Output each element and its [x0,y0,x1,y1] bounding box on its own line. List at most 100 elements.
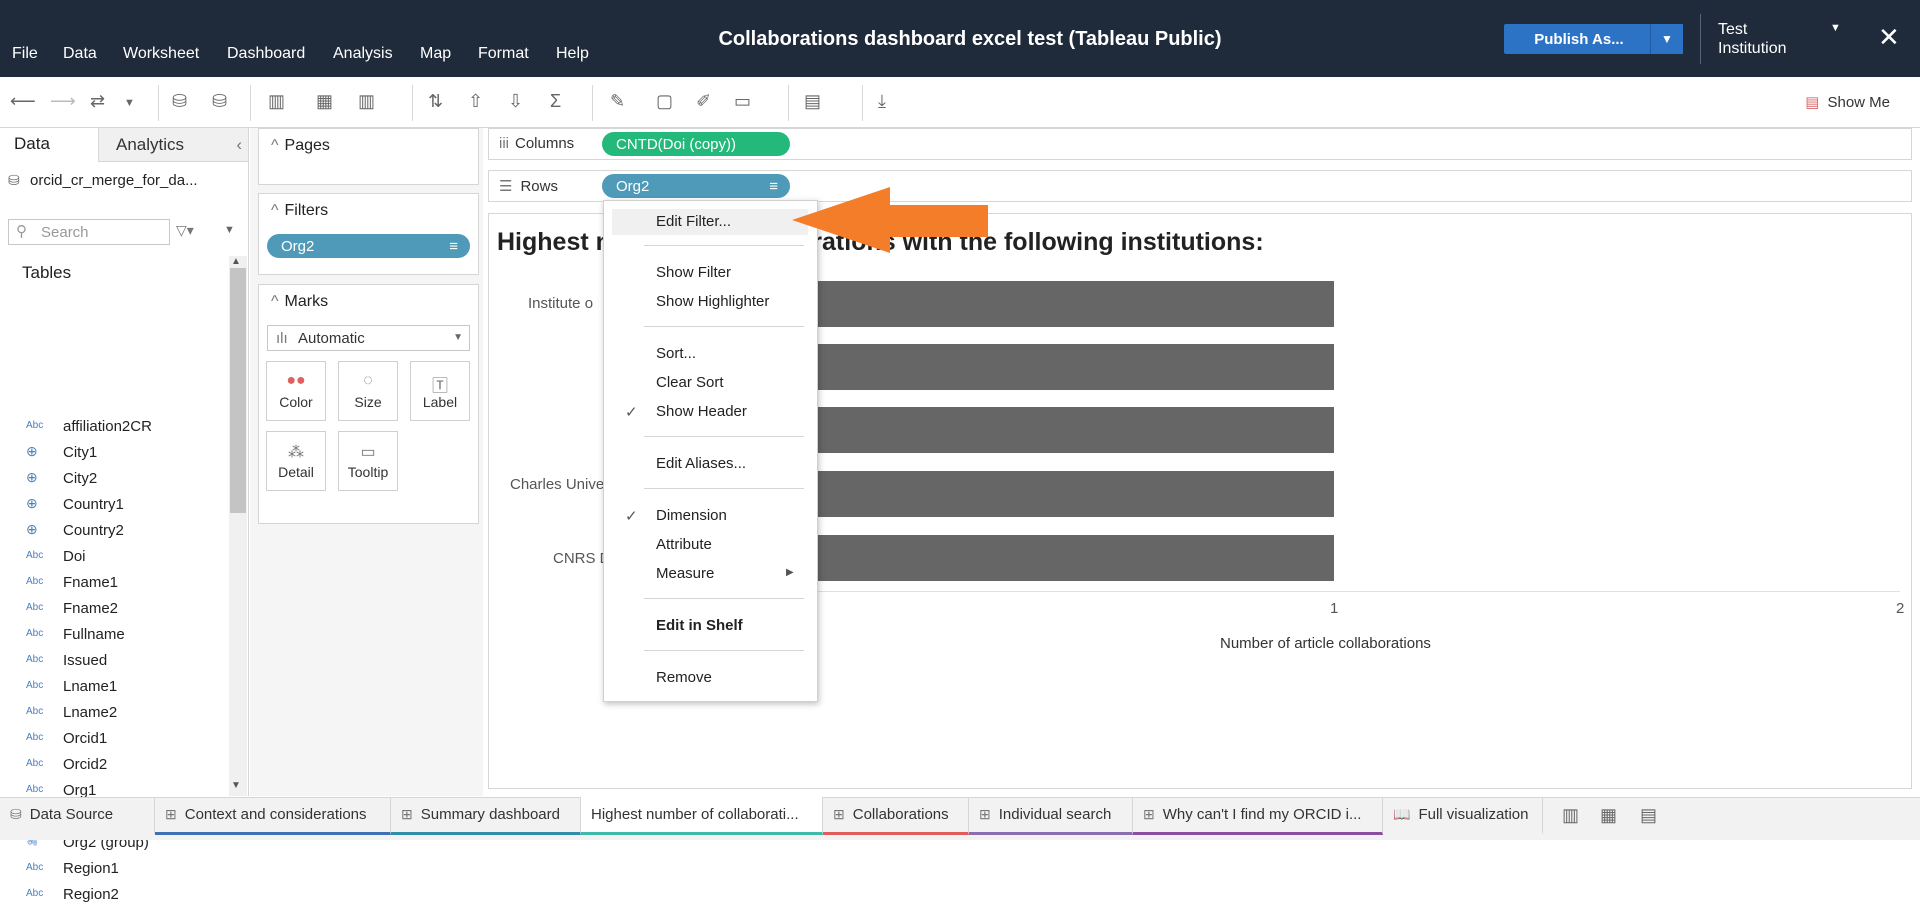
rows-pill[interactable]: Org2 ≡ [602,174,790,198]
chevron-up-icon[interactable]: ^ [271,293,279,310]
tab-collaborations[interactable]: ⊞ Collaborations [823,797,969,835]
field-item[interactable]: Abc Lname2 [0,702,230,728]
menu-item-edit-in-shelf[interactable]: Edit in Shelf [656,617,743,634]
field-item[interactable]: Abc Region2 [0,884,230,910]
tab-summary[interactable]: ⊞ Summary dashboard [391,797,581,835]
new-worksheet-icon[interactable]: ▥ [1562,805,1579,826]
search-input[interactable]: Search [8,219,170,245]
tooltip-button[interactable]: ▭ Tooltip [338,431,398,491]
menu-item-show-header[interactable]: Show Header [656,403,747,420]
columns-shelf[interactable]: iii Columns CNTD(Doi (copy)) [488,128,1912,160]
tab-analytics[interactable]: Analytics ‹ [98,128,248,162]
chevron-up-icon[interactable]: ^ [271,202,279,219]
size-label: Size [354,394,382,410]
field-item[interactable]: ⊕ Country2 [0,520,230,546]
chevron-down-icon[interactable]: ▼ [1830,22,1841,34]
datasource-name[interactable]: orcid_cr_merge_for_da... [30,172,198,189]
field-item[interactable]: Abc Fullname [0,624,230,650]
filter-pill-org2[interactable]: Org2 ≡ [267,234,470,258]
scroll-down-icon[interactable]: ▼ [231,780,241,791]
field-item[interactable]: Abc Fname2 [0,598,230,624]
field-item[interactable]: Abc Region1 [0,858,230,884]
institution-menu[interactable]: Test Institution [1718,20,1786,58]
scrollbar-thumb[interactable] [230,268,246,513]
field-item[interactable]: ⊕ Country1 [0,494,230,520]
menu-item-show-highlighter[interactable]: Show Highlighter [656,293,769,310]
close-icon[interactable]: ✕ [1878,22,1900,53]
bar-mark[interactable] [790,344,1334,390]
sort-descending-icon[interactable]: ⇩ [508,91,523,112]
download-icon[interactable]: ⤓ [878,91,886,112]
field-item[interactable]: ⊕ City2 [0,468,230,494]
rows-icon: ☰ [499,178,513,195]
bar-mark[interactable] [790,535,1334,581]
tab-individual-search[interactable]: ⊞ Individual search [969,797,1133,835]
show-me-button[interactable]: ▤ Show Me [1805,93,1890,111]
size-button[interactable]: ◌ Size [338,361,398,421]
chevron-down-icon[interactable]: ▼ [124,97,135,109]
new-datasource-icon[interactable]: ⛁ [172,91,187,112]
menu-item-measure[interactable]: Measure [656,565,714,582]
menu-item-edit-aliases[interactable]: Edit Aliases... [656,455,746,472]
detail-button[interactable]: ⁂ Detail [266,431,326,491]
field-item[interactable]: Abc Doi [0,546,230,572]
annotation-arrow [792,187,988,253]
chevron-up-icon[interactable]: ^ [271,137,279,154]
text-labels-icon[interactable]: ▢ [656,91,673,112]
tab-why-cant-find[interactable]: ⊞ Why can't I find my ORCID i... [1133,797,1383,835]
tab-data-source[interactable]: ⛁ Data Source [0,797,155,835]
bar-mark[interactable] [790,407,1334,453]
totals-icon[interactable]: Σ [550,91,561,112]
menu-item-remove[interactable]: Remove [656,669,712,686]
duplicate-sheet-icon[interactable]: ▦ [316,91,333,112]
field-item[interactable]: Abc Orcid1 [0,728,230,754]
collapse-icon[interactable]: ‹ [236,135,242,155]
field-item[interactable]: Abc Fname1 [0,572,230,598]
tab-full-visualization[interactable]: 📖 Full visualization [1383,797,1543,835]
menu-item-edit-filter[interactable]: Edit Filter... [656,213,731,230]
field-item[interactable]: Abc Issued [0,650,230,676]
pause-updates-icon[interactable]: ⛁ [212,91,227,112]
mark-type-value: Automatic [298,330,365,347]
bar-mark[interactable] [790,471,1334,517]
highlight-icon[interactable]: ✎ [610,91,625,112]
string-type-icon: Abc [26,550,44,561]
new-dashboard-icon[interactable]: ▦ [1600,805,1617,826]
replay-icon[interactable]: ⇄ [90,91,105,112]
mark-type-select[interactable]: ılı Automatic ▼ [267,325,470,351]
label-button[interactable]: 🅃 Label [410,361,470,421]
annotate-icon[interactable]: ✐ [696,91,711,112]
rows-shelf[interactable]: ☰ Rows Org2 ≡ [488,170,1912,202]
swap-icon[interactable]: ⇅ [428,91,443,112]
tab-data[interactable]: Data [0,128,98,162]
field-item[interactable]: Abc Lname1 [0,676,230,702]
columns-pill[interactable]: CNTD(Doi (copy)) [602,132,790,156]
tab-context[interactable]: ⊞ Context and considerations [155,797,391,835]
publish-button[interactable]: Publish As... [1504,24,1654,54]
clear-sheet-icon[interactable]: ▥ [358,91,375,112]
presentation-icon[interactable]: ▤ [804,91,821,112]
sort-ascending-icon[interactable]: ⇧ [468,91,483,112]
menu-item-attribute[interactable]: Attribute [656,536,712,553]
fit-icon[interactable]: ▭ [734,91,751,112]
undo-icon[interactable]: ⟵ [10,91,36,112]
bar-mark[interactable] [790,281,1334,327]
filters-card: ^ Filters Org2 ≡ [258,193,479,275]
color-button[interactable]: ●● Color [266,361,326,421]
publish-dropdown-button[interactable]: ▼ [1650,24,1683,54]
new-story-icon[interactable]: ▤ [1640,805,1657,826]
field-item[interactable]: Abc Orcid2 [0,754,230,780]
field-item[interactable]: Abc affiliation2CR [0,416,230,442]
menu-item-show-filter[interactable]: Show Filter [656,264,731,281]
menu-item-dimension[interactable]: Dimension [656,507,727,524]
redo-icon[interactable]: ⟶ [50,91,76,112]
chevron-down-icon[interactable]: ▼ [224,224,235,236]
menu-item-clear-sort[interactable]: Clear Sort [656,374,724,391]
string-type-icon: Abc [26,680,44,691]
field-item[interactable]: ⊕ City1 [0,442,230,468]
filter-icon[interactable]: ▽▾ [176,222,194,239]
scroll-up-icon[interactable]: ▲ [231,256,241,267]
menu-item-sort[interactable]: Sort... [656,345,696,362]
tab-highest[interactable]: Highest number of collaborati... [581,797,823,835]
new-worksheet-icon[interactable]: ▥ [268,91,285,112]
